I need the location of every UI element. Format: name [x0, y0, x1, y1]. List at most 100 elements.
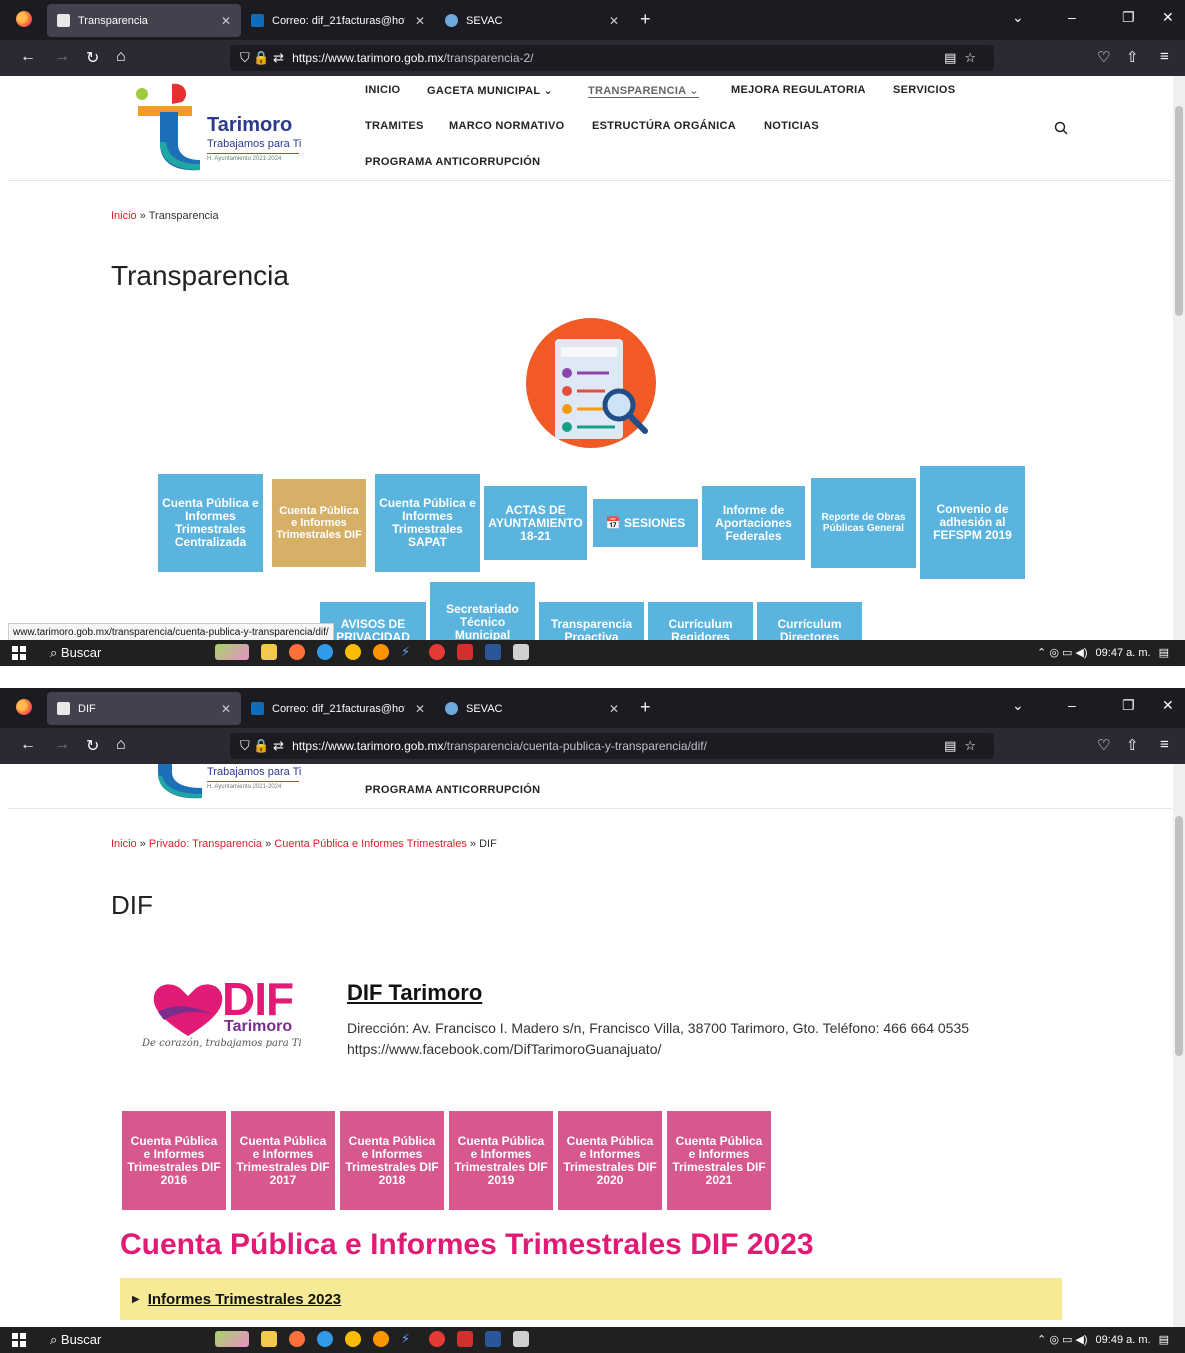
page-scrollbar[interactable]: [1173, 764, 1185, 1327]
windows-start-icon[interactable]: [12, 1333, 26, 1347]
edge-icon[interactable]: [317, 644, 333, 660]
tile-reporte-obras[interactable]: Reporte de Obras Públicas General: [811, 478, 916, 568]
printer-icon[interactable]: [513, 644, 529, 660]
word-icon[interactable]: [485, 644, 501, 660]
firefox-dev-icon[interactable]: [373, 644, 389, 660]
page-scrollbar[interactable]: [1173, 76, 1185, 640]
tile-cuenta-publica-sapat[interactable]: Cuenta Pública e Informes Trimestrales S…: [375, 474, 480, 572]
dif-name-link[interactable]: DIF Tarimoro: [347, 980, 482, 1006]
tile-cuenta-publica-dif[interactable]: Cuenta Pública e Informes Trimestrales D…: [272, 479, 366, 567]
tab-dif[interactable]: DIF ✕: [47, 692, 241, 725]
restore-button[interactable]: ❐: [1122, 697, 1135, 714]
menu-programa-anticorrupcion[interactable]: PROGRAMA ANTICORRUPCIÓN: [365, 156, 540, 168]
notification-icon[interactable]: ▤: [1159, 646, 1169, 659]
tray-icons[interactable]: ⌃ ◎ ▭ ◀): [1037, 646, 1088, 659]
tab-sevac[interactable]: SEVAC ✕: [435, 692, 629, 725]
menu-estructura-organica[interactable]: ESTRUCTÚRA ORGÁNICA: [592, 120, 736, 132]
search-icon[interactable]: [1054, 121, 1068, 135]
close-icon[interactable]: ✕: [609, 702, 619, 716]
dif-facebook-link[interactable]: https://www.facebook.com/DifTarimoroGuan…: [347, 1039, 1067, 1060]
lightning-icon[interactable]: ⚡: [401, 1331, 417, 1347]
tile-sesiones[interactable]: 📅 SESIONES: [593, 499, 698, 547]
minimize-button[interactable]: –: [1068, 697, 1076, 713]
menu-programa-anticorrupcion[interactable]: PROGRAMA ANTICORRUPCIÓN: [365, 784, 540, 796]
tarimoro-logo-icon[interactable]: [158, 764, 208, 799]
lightning-icon[interactable]: ⚡: [401, 644, 417, 660]
firefox-taskbar-icon[interactable]: [289, 1331, 305, 1347]
tile-actas-ayuntamiento[interactable]: ACTAS DE AYUNTAMIENTO 18-21: [484, 486, 587, 560]
windows-start-icon[interactable]: [12, 646, 26, 660]
menu-transparencia[interactable]: TRANSPARENCIA ⌄: [588, 84, 699, 98]
tab-list-chevron-icon[interactable]: ⌄: [1012, 9, 1024, 26]
menu-icon[interactable]: ≡: [1160, 48, 1169, 65]
menu-tramites[interactable]: TRAMITES: [365, 120, 424, 132]
accordion-label[interactable]: Informes Trimestrales 2023: [148, 1291, 341, 1308]
tile-dif-2020[interactable]: Cuenta Pública e Informes Trimestrales D…: [558, 1111, 662, 1210]
menu-icon[interactable]: ≡: [1160, 736, 1169, 753]
firefox-taskbar-icon[interactable]: [289, 644, 305, 660]
breadcrumb-cuenta-publica[interactable]: Cuenta Pública e Informes Trimestrales: [274, 838, 467, 850]
tab-list-chevron-icon[interactable]: ⌄: [1012, 697, 1024, 714]
scroll-thumb[interactable]: [1175, 106, 1183, 316]
tab-sevac[interactable]: SEVAC ✕: [435, 4, 629, 37]
reload-icon[interactable]: ↻: [86, 48, 99, 68]
menu-gaceta[interactable]: GACETA MUNICIPAL ⌄: [427, 84, 553, 97]
close-icon[interactable]: ✕: [415, 14, 425, 28]
opera-icon[interactable]: [429, 644, 445, 660]
taskbar-search[interactable]: ⌕ Buscar: [50, 645, 101, 661]
restore-button[interactable]: ❐: [1122, 9, 1135, 26]
tile-cuenta-publica-centralizada[interactable]: Cuenta Pública e Informes Trimestrales C…: [158, 474, 263, 572]
tarimoro-logo-icon[interactable]: [134, 82, 204, 172]
share-icon[interactable]: ⇧: [1126, 736, 1139, 754]
tab-correo[interactable]: Correo: dif_21facturas@hotmai ✕: [241, 4, 435, 37]
close-icon[interactable]: ✕: [221, 14, 231, 28]
tile-dif-2016[interactable]: Cuenta Pública e Informes Trimestrales D…: [122, 1111, 226, 1210]
word-icon[interactable]: [485, 1331, 501, 1347]
close-icon[interactable]: ✕: [609, 14, 619, 28]
back-arrow-icon[interactable]: ←: [20, 48, 36, 66]
forward-arrow-icon[interactable]: →: [54, 736, 70, 754]
tile-dif-2019[interactable]: Cuenta Pública e Informes Trimestrales D…: [449, 1111, 553, 1210]
new-tab-button[interactable]: +: [640, 697, 651, 718]
reload-icon[interactable]: ↻: [86, 736, 99, 756]
edge-icon[interactable]: [317, 1331, 333, 1347]
reader-bookmark-icons[interactable]: ▤☆: [944, 738, 984, 754]
taskbar-search[interactable]: ⌕ Buscar: [50, 1332, 101, 1348]
share-icon[interactable]: ⇧: [1126, 48, 1139, 66]
tile-dif-2021[interactable]: Cuenta Pública e Informes Trimestrales D…: [667, 1111, 771, 1210]
chrome-icon[interactable]: [345, 1331, 361, 1347]
menu-servicios[interactable]: SERVICIOS: [893, 84, 955, 96]
url-bar[interactable]: ⛉ 🔒 ⇄ https://www.tarimoro.gob.mx /trans…: [230, 733, 994, 759]
tile-convenio-fefspm[interactable]: Convenio de adhesión al FEFSPM 2019: [920, 466, 1025, 579]
back-arrow-icon[interactable]: ←: [20, 736, 36, 754]
breadcrumb-transparencia[interactable]: Privado: Transparencia: [149, 838, 262, 850]
widget-icon[interactable]: [215, 1331, 249, 1347]
close-window-button[interactable]: ✕: [1162, 697, 1174, 714]
home-icon[interactable]: ⌂: [116, 48, 126, 66]
file-explorer-icon[interactable]: [261, 644, 277, 660]
notification-icon[interactable]: ▤: [1159, 1333, 1169, 1346]
chrome-icon[interactable]: [345, 644, 361, 660]
widget-icon[interactable]: [215, 644, 249, 660]
close-window-button[interactable]: ✕: [1162, 9, 1174, 26]
tab-transparencia[interactable]: Transparencia ✕: [47, 4, 241, 37]
close-icon[interactable]: ✕: [415, 702, 425, 716]
breadcrumb-home[interactable]: Inicio: [111, 838, 137, 850]
menu-inicio[interactable]: INICIO: [365, 84, 400, 96]
opera-icon[interactable]: [429, 1331, 445, 1347]
menu-marco-normativo[interactable]: MARCO NORMATIVO: [449, 120, 565, 132]
tile-dif-2018[interactable]: Cuenta Pública e Informes Trimestrales D…: [340, 1111, 444, 1210]
tile-informe-aportaciones[interactable]: Informe de Aportaciones Federales: [702, 486, 805, 560]
reader-bookmark-icons[interactable]: ▤☆: [944, 50, 984, 66]
tab-correo[interactable]: Correo: dif_21facturas@hotmai ✕: [241, 692, 435, 725]
menu-noticias[interactable]: NOTICIAS: [764, 120, 819, 132]
home-icon[interactable]: ⌂: [116, 736, 126, 754]
firefox-dev-icon[interactable]: [373, 1331, 389, 1347]
site-logo-name[interactable]: Tarimoro: [207, 114, 292, 137]
menu-mejora-regulatoria[interactable]: MEJORA REGULATORIA: [731, 84, 866, 96]
tile-dif-2017[interactable]: Cuenta Pública e Informes Trimestrales D…: [231, 1111, 335, 1210]
minimize-button[interactable]: –: [1068, 9, 1076, 25]
acrobat-icon[interactable]: [457, 1331, 473, 1347]
forward-arrow-icon[interactable]: →: [54, 48, 70, 66]
accordion-informes-2023[interactable]: ▶ Informes Trimestrales 2023: [120, 1278, 1062, 1320]
